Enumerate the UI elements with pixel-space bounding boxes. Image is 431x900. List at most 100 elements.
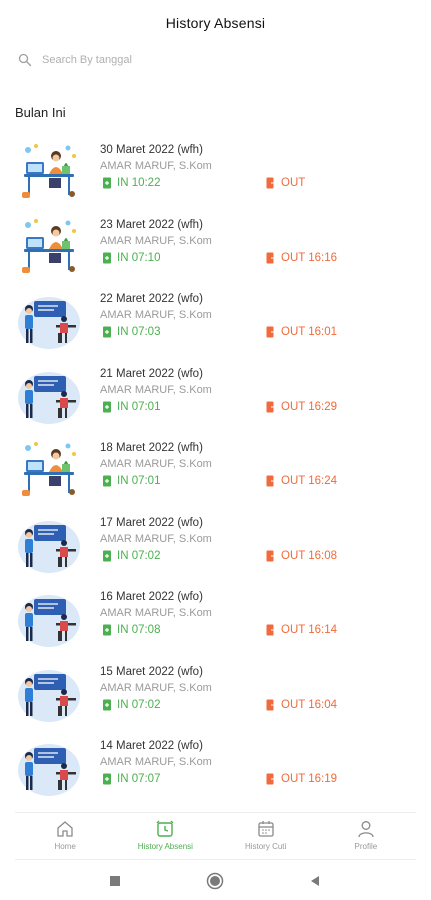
employee-name: AMAR MARUF, S.Kom [100, 532, 212, 545]
check-in: IN 07:08 [102, 624, 160, 636]
search-icon [18, 53, 32, 67]
check-in-icon [102, 401, 113, 413]
check-in: IN 07:03 [102, 326, 160, 338]
check-out-time: OUT 16:04 [281, 698, 338, 711]
record-info: 15 Maret 2022 (wfo) AMAR MARUF, S.Kom IN… [100, 665, 420, 717]
nav-item-history-absensi[interactable]: History Absensi [115, 813, 215, 859]
check-out-icon [266, 550, 277, 562]
nav-label: History Cuti [244, 842, 287, 851]
nav-item-home[interactable]: Home [15, 813, 115, 859]
alarm-clock-icon [155, 819, 175, 839]
record-date: 15 Maret 2022 (wfo) [100, 665, 203, 678]
record-info: 21 Maret 2022 (wfo) AMAR MARUF, S.Kom IN… [100, 367, 420, 419]
work-from-office-illustration [16, 513, 82, 575]
calendar-icon [256, 819, 276, 839]
check-out: OUT 16:14 [266, 624, 337, 636]
list-item[interactable]: 17 Maret 2022 (wfo) AMAR MARUF, S.Kom IN… [0, 509, 431, 584]
employee-name: AMAR MARUF, S.Kom [100, 234, 212, 247]
nav-item-profile[interactable]: Profile [316, 813, 416, 859]
record-info: 30 Maret 2022 (wfh) AMAR MARUF, S.Kom IN… [100, 143, 420, 195]
record-times: IN 07:01 OUT 16:24 [100, 475, 420, 493]
record-date: 21 Maret 2022 (wfo) [100, 367, 203, 380]
check-out-icon [266, 624, 277, 636]
list-item[interactable]: 22 Maret 2022 (wfo) AMAR MARUF, S.Kom IN… [0, 285, 431, 360]
system-navigation-bar [0, 866, 431, 896]
check-out: OUT 16:24 [266, 475, 337, 487]
check-in-icon [102, 624, 113, 636]
section-title: Bulan Ini [15, 105, 66, 120]
app-header: History Absensi [0, 0, 431, 44]
employee-name: AMAR MARUF, S.Kom [100, 681, 212, 694]
check-in-icon [102, 326, 113, 338]
check-in-time: IN 07:07 [117, 773, 161, 785]
check-in-time: IN 07:02 [117, 549, 161, 562]
record-info: 23 Maret 2022 (wfh) AMAR MARUF, S.Kom IN… [100, 218, 420, 270]
record-info: 14 Maret 2022 (wfo) AMAR MARUF, S.Kom IN… [100, 739, 420, 791]
check-out-icon [266, 773, 277, 785]
check-out-time: OUT 16:01 [281, 326, 338, 338]
list-item[interactable]: 18 Maret 2022 (wfh) AMAR MARUF, S.Kom IN… [0, 434, 431, 509]
employee-name: AMAR MARUF, S.Kom [100, 383, 212, 396]
check-in-icon [102, 177, 113, 189]
square-icon[interactable] [106, 872, 124, 890]
check-in-time: IN 07:08 [117, 624, 161, 636]
record-times: IN 10:22 OUT [100, 177, 420, 195]
check-in-icon [102, 773, 113, 785]
check-out: OUT 16:16 [266, 252, 337, 264]
record-date: 23 Maret 2022 (wfh) [100, 218, 203, 231]
record-times: IN 07:07 OUT 16:19 [100, 773, 420, 791]
record-info: 16 Maret 2022 (wfo) AMAR MARUF, S.Kom IN… [100, 590, 420, 642]
check-out-icon [266, 177, 277, 189]
check-in-time: IN 07:01 [117, 475, 161, 487]
search-bar[interactable] [18, 50, 413, 70]
list-item[interactable]: 16 Maret 2022 (wfo) AMAR MARUF, S.Kom IN… [0, 583, 431, 658]
check-out: OUT 16:01 [266, 326, 337, 338]
nav-label: History Absensi [137, 842, 193, 851]
check-out-time: OUT [281, 177, 306, 189]
search-input[interactable] [42, 54, 382, 66]
check-out-time: OUT 16:19 [281, 773, 338, 785]
home-icon [55, 819, 75, 839]
check-out: OUT 16:29 [266, 401, 337, 413]
work-from-home-illustration [16, 215, 82, 277]
record-info: 18 Maret 2022 (wfh) AMAR MARUF, S.Kom IN… [100, 441, 420, 493]
check-in-icon [102, 699, 113, 711]
check-out-time: OUT 16:24 [281, 475, 338, 487]
employee-name: AMAR MARUF, S.Kom [100, 756, 212, 768]
list-item[interactable]: 14 Maret 2022 (wfo) AMAR MARUF, S.Kom IN… [0, 732, 431, 807]
check-in: IN 07:07 [102, 773, 160, 785]
check-out-icon [266, 475, 277, 487]
check-in-icon [102, 475, 113, 487]
check-in: IN 07:02 [102, 699, 160, 711]
record-times: IN 07:03 OUT 16:01 [100, 326, 420, 344]
list-item[interactable]: 15 Maret 2022 (wfo) AMAR MARUF, S.Kom IN… [0, 658, 431, 733]
record-info: 17 Maret 2022 (wfo) AMAR MARUF, S.Kom IN… [100, 516, 420, 568]
list-item[interactable]: 21 Maret 2022 (wfo) AMAR MARUF, S.Kom IN… [0, 360, 431, 435]
work-from-office-illustration [16, 289, 82, 351]
record-date: 14 Maret 2022 (wfo) [100, 740, 203, 752]
check-in-time: IN 10:22 [117, 177, 161, 189]
check-out-icon [266, 326, 277, 338]
check-in-icon [102, 550, 113, 562]
list-item[interactable]: 23 Maret 2022 (wfh) AMAR MARUF, S.Kom IN… [0, 211, 431, 286]
check-out-icon [266, 699, 277, 711]
record-date: 22 Maret 2022 (wfo) [100, 293, 203, 305]
person-icon [356, 819, 376, 839]
check-in-time: IN 07:03 [117, 326, 161, 338]
work-from-home-illustration [16, 140, 82, 202]
record-times: IN 07:08 OUT 16:14 [100, 624, 420, 642]
nav-label: Profile [354, 842, 378, 851]
page-title: History Absensi [165, 15, 266, 31]
nav-item-history-cuti[interactable]: History Cuti [216, 813, 316, 859]
check-in: IN 07:01 [102, 401, 160, 413]
list-item[interactable]: 30 Maret 2022 (wfh) AMAR MARUF, S.Kom IN… [0, 136, 431, 211]
work-from-home-illustration [16, 438, 82, 500]
circle-icon[interactable] [206, 872, 224, 890]
check-out: OUT 16:04 [266, 699, 337, 711]
nav-label: Home [54, 842, 76, 851]
check-out-time: OUT 16:08 [281, 549, 338, 562]
check-out-time: OUT 16:16 [281, 251, 338, 264]
back-triangle-icon[interactable] [306, 872, 324, 890]
employee-name: AMAR MARUF, S.Kom [100, 607, 212, 619]
record-times: IN 07:10 OUT 16:16 [100, 252, 420, 270]
